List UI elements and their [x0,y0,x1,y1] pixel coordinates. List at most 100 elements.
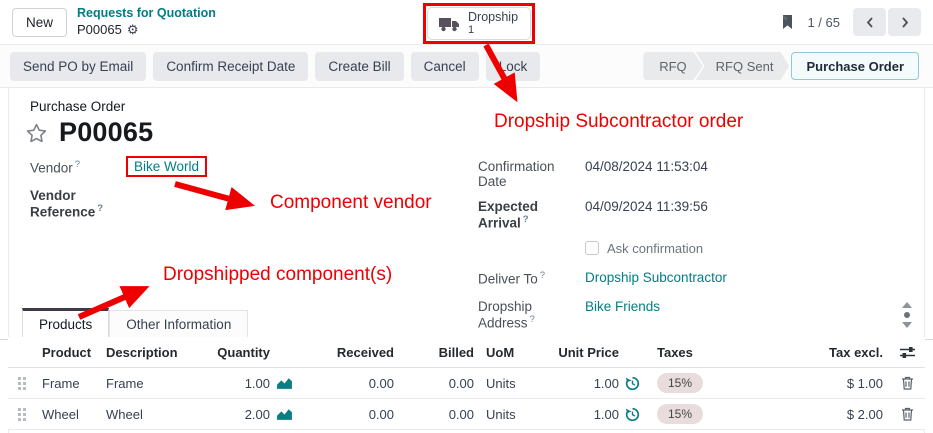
create-bill-button[interactable]: Create Bill [315,52,403,81]
cell-unit-price[interactable]: 1.00 [549,376,619,391]
cell-billed[interactable]: 0.00 [394,407,474,422]
price-history-icon[interactable] [625,376,640,391]
ask-confirmation-label: Ask confirmation [607,241,703,256]
col-header-product[interactable]: Product [36,345,100,360]
table-header-row: Product Description Quantity Received Bi… [8,337,925,368]
send-po-by-email-button[interactable]: Send PO by Email [10,52,146,81]
cell-description[interactable]: Frame [100,376,205,391]
cell-description[interactable]: Wheel [100,407,205,422]
cell-billed[interactable]: 0.00 [394,376,474,391]
drag-handle-icon[interactable] [18,377,26,390]
tab-products[interactable]: Products [22,308,109,340]
confirm-receipt-date-button[interactable]: Confirm Receipt Date [153,52,308,81]
vendor-value-link[interactable]: Bike World [134,159,199,174]
cell-product[interactable]: Wheel [36,407,100,422]
tab-other-information[interactable]: Other Information [109,310,248,339]
help-icon: ? [75,159,80,170]
tax-badge[interactable]: 15% [657,404,703,424]
annotation-dropship-subcontractor-order: Dropship Subcontractor order [494,111,743,133]
col-header-description[interactable]: Description [100,345,205,360]
help-icon: ? [523,214,529,225]
optional-columns-icon[interactable] [900,346,915,359]
status-step-rfq-sent[interactable]: RFQ Sent [696,52,790,80]
breadcrumb-current-label: P00065 [77,22,122,39]
col-header-quantity[interactable]: Quantity [205,345,270,360]
favorite-star-icon[interactable] [26,123,47,143]
help-icon: ? [540,270,545,281]
truck-icon [438,16,460,32]
forecast-chart-icon[interactable] [276,407,293,421]
next-record-button[interactable] [888,8,921,36]
ask-confirmation-field: Ask confirmation [478,241,828,260]
deliver-to-label: Deliver To? [478,270,585,287]
row-scroll-widget [902,302,912,328]
notebook-tabs: Products Other Information [0,312,933,340]
order-lines-table: Product Description Quantity Received Bi… [8,337,925,430]
dropship-stat-label: Dropship [468,10,518,24]
table-row[interactable]: Frame Frame 1.00 0.00 0.00 Units 1.00 15… [8,368,925,399]
chevron-right-icon [900,16,910,29]
expected-arrival-field: Expected Arrival? 04/09/2024 11:39:56 [478,199,828,231]
col-header-received[interactable]: Received [304,345,394,360]
lock-button[interactable]: Lock [486,52,541,81]
cell-received[interactable]: 0.00 [304,376,394,391]
col-header-taxes[interactable]: Taxes [649,345,809,360]
status-bar: RFQ RFQ Sent Purchase Order [643,52,919,80]
ask-confirmation-checkbox[interactable] [585,241,599,255]
scroll-dot-icon [904,312,910,318]
dropship-stat-button[interactable]: Dropship 1 [427,7,531,40]
form-sheet: Purchase Order P00065 Vendor? Bike World… [0,88,933,433]
col-header-tax-excl[interactable]: Tax excl. [809,345,889,360]
col-header-unit-price[interactable]: Unit Price [549,345,619,360]
action-toolbar: Send PO by Email Confirm Receipt Date Cr… [0,44,933,88]
chevron-left-icon [865,16,875,29]
expected-arrival-label: Expected Arrival? [478,199,585,231]
delete-row-icon[interactable] [901,376,914,390]
price-history-icon[interactable] [625,407,640,422]
expected-arrival-input[interactable]: 04/09/2024 11:39:56 [585,199,708,214]
forecast-chart-icon[interactable] [276,376,293,390]
drag-handle-icon[interactable] [18,408,26,421]
doc-type-label: Purchase Order [30,99,125,114]
cell-quantity[interactable]: 1.00 [205,376,270,391]
record-pager: 1 / 65 [807,15,840,30]
cell-product[interactable]: Frame [36,376,100,391]
cell-subtotal: $ 2.00 [809,407,889,422]
table-row[interactable]: Wheel Wheel 2.00 0.00 0.00 Units 1.00 15… [8,399,925,430]
vendor-field: Vendor? Bike World [30,159,470,178]
col-header-billed[interactable]: Billed [394,345,474,360]
prev-record-button[interactable] [853,8,886,36]
gear-icon[interactable]: ⚙ [127,22,139,39]
col-header-uom[interactable]: UoM [474,345,549,360]
deliver-to-value-link[interactable]: Dropship Subcontractor [585,270,727,285]
deliver-to-field: Deliver To? Dropship Subcontractor [478,270,828,289]
vendor-reference-label: Vendor Reference? [30,188,133,220]
delete-row-icon[interactable] [901,407,914,421]
cell-quantity[interactable]: 2.00 [205,407,270,422]
breadcrumb-parent-link[interactable]: Requests for Quotation [77,5,216,21]
breadcrumb: Requests for Quotation P00065 ⚙ [77,5,216,38]
cell-subtotal: $ 1.00 [809,376,889,391]
status-step-purchase-order[interactable]: Purchase Order [791,52,919,80]
dropship-stat-count: 1 [468,24,518,37]
confirmation-date-label: Confirmation Date [478,159,585,189]
vendor-label: Vendor? [30,159,133,176]
scroll-down-icon[interactable] [902,322,912,328]
new-button[interactable]: New [12,8,67,37]
cell-uom[interactable]: Units [474,407,549,422]
confirmation-date-value: 04/08/2024 11:53:04 [585,159,708,174]
cell-unit-price[interactable]: 1.00 [549,407,619,422]
confirmation-date-field: Confirmation Date 04/08/2024 11:53:04 [478,159,828,189]
annotation-dropshipped-components: Dropshipped component(s) [163,264,392,286]
annotation-component-vendor: Component vendor [270,192,432,214]
bookmark-icon[interactable] [781,14,794,30]
cell-received[interactable]: 0.00 [304,407,394,422]
cell-uom[interactable]: Units [474,376,549,391]
tax-badge[interactable]: 15% [657,373,703,393]
status-step-rfq[interactable]: RFQ [643,52,702,80]
breadcrumb-current: P00065 ⚙ [77,22,216,39]
cancel-button[interactable]: Cancel [411,52,479,81]
top-header: New Requests for Quotation P00065 ⚙ Drop… [0,0,933,44]
help-icon: ? [97,203,103,214]
scroll-up-icon[interactable] [902,302,912,308]
